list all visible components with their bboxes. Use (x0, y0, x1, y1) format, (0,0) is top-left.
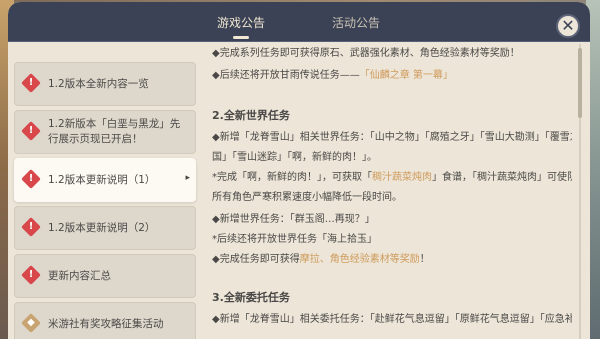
announcement-list: ! 1.2版本全新内容一览 ! 1.2新版本「白垩与黑龙」先行展示页现已开启！ … (14, 62, 200, 339)
scrollbar-thumb[interactable] (578, 48, 582, 118)
sidebar-item-label: 1.2版本更新说明（2） (48, 221, 156, 234)
section-heading: 2.全新世界任务 (212, 109, 290, 122)
sidebar-item-preview-page[interactable]: ! 1.2新版本「白垩与黑龙」先行展示页现已开启！ (14, 110, 196, 154)
panel-header: 游戏公告 活动公告 ✕ (8, 2, 590, 42)
sidebar-item-new-content[interactable]: ! 1.2版本全新内容一览 (14, 62, 196, 106)
body-line: ◆完成系列任务即可获得原石、武器强化素材、角色经验素材等奖励！ (212, 48, 520, 59)
section-heading: 3.全新委托任务 (212, 291, 290, 304)
announcement-body: ◆完成系列任务即可获得原石、武器强化素材、角色经验素材等奖励！ ◆后续还将开放甘… (212, 44, 572, 339)
highlight-text: 「仙麟之章 第一幕」 (359, 70, 453, 81)
sidebar-item-guide-contest[interactable]: ◆ 米游社有奖攻略征集活动 (14, 302, 196, 339)
chevron-right-icon: ▸ (185, 173, 190, 183)
sidebar-item-label: 1.2版本全新内容一览 (48, 77, 149, 90)
body-line: *后续还将开放世界任务「海上拾玉」 (212, 234, 377, 245)
body-line: ◆后续还将开放甘雨传说任务——「仙麟之章 第一幕」 (212, 70, 453, 81)
sidebar-item-update-notes-2[interactable]: ! 1.2版本更新说明（2） (14, 206, 196, 250)
body-line: ◆新增「龙脊雪山」相关委托任务：「赴鲜花气息逗留」「原鲜花气息逗留」「应急补 (212, 314, 572, 325)
tab-activity-announcements[interactable]: 活动公告 (316, 14, 396, 40)
sidebar-item-update-notes-1[interactable]: ! 1.2版本更新说明（1） ▸ (14, 158, 196, 202)
body-line: ◆新增世界任务：「群玉阁…再现？」 (212, 214, 375, 225)
sidebar-item-update-summary[interactable]: ! 更新内容汇总 (14, 254, 196, 298)
active-tab-indicator (233, 36, 249, 39)
highlight-text: 稠汁蔬菜炖肉 (372, 172, 432, 183)
sidebar-item-label: 米游社有奖攻略征集活动 (48, 317, 164, 330)
body-line: 国」「雪山迷踪」「啊，新鲜的肉！」。 (212, 152, 377, 163)
highlight-text: 摩拉、角色经验素材等奖励 (299, 254, 420, 265)
close-icon: ✕ (561, 16, 575, 35)
announcement-panel: 游戏公告 活动公告 ✕ ! 1.2版本全新内容一览 ! 1.2新版本「白垩与黑龙… (8, 2, 590, 339)
body-line: *完成「啊，新鲜的肉！」，可获取「稠汁蔬菜炖肉」食谱，「稠汁蔬菜炖肉」可使队伍中 (212, 172, 572, 183)
body-line: ◆完成任务即可获得摩拉、角色经验素材等奖励！ (212, 254, 430, 265)
body-line: ◆新增「龙脊雪山」相关世界任务：「山中之物」「腐殖之牙」「雪山大勘测」「覆雪之 (212, 132, 572, 143)
close-button[interactable]: ✕ (556, 14, 580, 38)
sidebar-item-label: 1.2新版本「白垩与黑龙」先行展示页现已开启！ (48, 118, 181, 145)
sidebar-item-label: 更新内容汇总 (48, 269, 111, 282)
sidebar-item-label: 1.2版本更新说明（1） (48, 173, 156, 186)
body-line: 所有角色严寒积累速度小幅降低一段时间。 (212, 192, 402, 203)
